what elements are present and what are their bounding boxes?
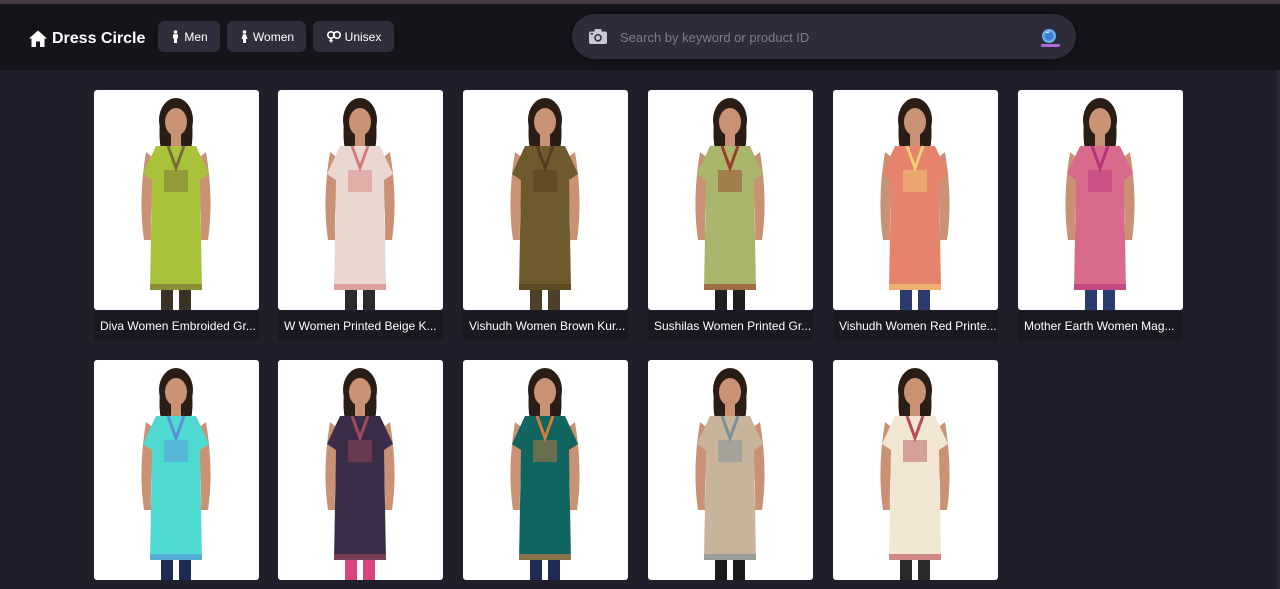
brand-home-link[interactable]: Dress Circle — [28, 27, 145, 51]
product-title[interactable]: Vishudh Women Brown Kur... — [463, 311, 628, 341]
model-illustration — [141, 98, 211, 310]
search-icon[interactable] — [1038, 26, 1062, 48]
product-card[interactable]: Mother Earth Women Mag... — [1018, 90, 1183, 341]
product-card[interactable]: Diva Women Embroided Gr... — [94, 90, 259, 341]
model-illustration — [695, 98, 765, 310]
product-title[interactable]: W Women Printed Beige K... — [278, 311, 443, 341]
product-image[interactable] — [278, 360, 443, 580]
product-title[interactable]: Mother Earth Women Mag... — [1018, 311, 1183, 341]
nav-unisex-label: Unisex — [344, 29, 382, 44]
model-illustration — [1065, 98, 1135, 310]
nav-men-label: Men — [184, 29, 208, 44]
product-card[interactable] — [278, 360, 443, 580]
male-person-icon — [173, 30, 179, 43]
product-image[interactable] — [648, 360, 813, 580]
gender-symbol-icon — [326, 30, 341, 43]
model-illustration — [510, 368, 580, 580]
product-image[interactable] — [833, 360, 998, 580]
nav-men-button[interactable]: Men — [158, 21, 220, 52]
model-illustration — [510, 98, 580, 310]
product-title[interactable]: Sushilas Women Printed Gr... — [648, 311, 813, 341]
product-image[interactable] — [463, 90, 628, 310]
product-image[interactable] — [833, 90, 998, 310]
nav-unisex-button[interactable]: Unisex — [313, 21, 394, 52]
model-illustration — [325, 368, 395, 580]
product-card[interactable] — [463, 360, 628, 580]
camera-icon[interactable] — [588, 28, 608, 45]
product-card[interactable] — [94, 360, 259, 580]
nav-women-button[interactable]: Women — [227, 21, 306, 52]
product-image[interactable] — [463, 360, 628, 580]
product-image[interactable] — [648, 90, 813, 310]
nav-women-label: Women — [252, 29, 295, 44]
search-bar — [572, 14, 1076, 59]
product-title[interactable]: Vishudh Women Red Printe... — [833, 311, 998, 341]
product-card[interactable] — [833, 360, 998, 580]
search-input[interactable] — [620, 25, 1020, 49]
model-illustration — [141, 368, 211, 580]
product-card[interactable]: Sushilas Women Printed Gr... — [648, 90, 813, 341]
female-person-icon — [241, 30, 248, 43]
model-illustration — [880, 368, 950, 580]
model-illustration — [325, 98, 395, 310]
brand-name: Dress Circle — [52, 30, 146, 47]
header: Dress Circle Men Women Unisex — [0, 4, 1280, 70]
product-card[interactable]: Vishudh Women Red Printe... — [833, 90, 998, 341]
product-card[interactable] — [648, 360, 813, 580]
product-card[interactable]: W Women Printed Beige K... — [278, 90, 443, 341]
product-image[interactable] — [278, 90, 443, 310]
model-illustration — [695, 368, 765, 580]
product-image[interactable] — [94, 90, 259, 310]
product-card[interactable]: Vishudh Women Brown Kur... — [463, 90, 628, 341]
model-illustration — [880, 98, 950, 310]
product-title[interactable]: Diva Women Embroided Gr... — [94, 311, 259, 341]
product-image[interactable] — [1018, 90, 1183, 310]
home-icon — [29, 30, 47, 47]
product-image[interactable] — [94, 360, 259, 580]
